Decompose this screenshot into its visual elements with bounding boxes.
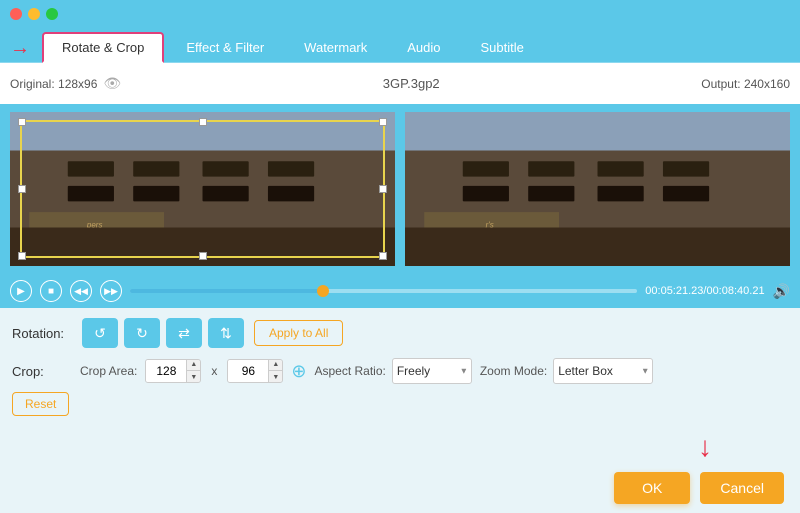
controls-section: Rotation: ↺ ↻ ⇄ ⇅ Apply to All Crop: Cro… [0,308,800,426]
crop-area-sub-label: Crop Area: [80,364,137,378]
close-button[interactable] [10,8,22,20]
building-svg: pers [10,112,395,266]
eye-icon[interactable]: 👁 [103,75,121,92]
maximize-button[interactable] [46,8,58,20]
cancel-button[interactable]: Cancel [700,472,784,504]
crop-width-spinners: ▲ ▼ [186,359,200,383]
step-back-button[interactable]: ◀◀ [70,280,92,302]
tab-subtitle[interactable]: Subtitle [463,34,542,61]
progress-thumb[interactable] [317,285,329,297]
video-thumb-left: pers [10,112,395,266]
tab-bar: → Rotate & Crop Effect & Filter Watermar… [0,28,800,63]
flip-vertical-button[interactable]: ⇅ [208,318,244,348]
rotate-right-button[interactable]: ↻ [124,318,160,348]
output-resolution: Output: 240x160 [701,77,790,91]
flip-h-icon: ⇄ [178,325,190,342]
video-header-bar: Original: 128x96 👁 3GP.3gp2 Output: 240x… [0,63,800,104]
tab-watermark[interactable]: Watermark [286,34,385,61]
play-button[interactable]: ▶ [10,280,32,302]
progress-bar-fill [130,289,323,293]
tab-audio[interactable]: Audio [389,34,458,61]
crop-width-input[interactable] [146,360,186,382]
time-display: 00:05:21.23/00:08:40.21 [645,285,764,297]
video-panel-left: pers [10,112,395,266]
reset-button[interactable]: Reset [12,392,69,416]
volume-icon[interactable]: 🔊 [773,283,790,300]
tab-effect-filter[interactable]: Effect & Filter [168,34,282,61]
rotate-buttons: ↺ ↻ ⇄ ⇅ [82,318,244,348]
video-header-left: Original: 128x96 👁 [10,75,121,92]
building-svg-right: r's [405,112,790,266]
rotate-left-button[interactable]: ↺ [82,318,118,348]
crop-height-input[interactable] [228,360,268,382]
apply-to-all-button[interactable]: Apply to All [254,320,343,346]
ok-button[interactable]: OK [614,472,690,504]
crop-width-up[interactable]: ▲ [186,359,200,371]
video-panel-right: r's [405,112,790,266]
aspect-ratio-label: Aspect Ratio: [314,364,385,378]
dimension-separator: x [211,364,217,378]
rotate-right-icon: ↻ [136,325,148,342]
video-thumb-right: r's [405,112,790,266]
stop-icon: ■ [48,286,54,297]
video-panels: pers [0,104,800,274]
zoom-mode-wrapper: Letter Box Pan & Scan Full ▼ [553,358,653,384]
flip-v-icon: ⇅ [220,325,232,342]
aspect-ratio-wrapper: Freely 16:9 4:3 1:1 ▼ [392,358,472,384]
rotate-left-icon: ↺ [94,325,106,342]
crop-height-input-group: ▲ ▼ [227,359,283,383]
arrow-down-icon: ↓ [698,433,712,461]
title-bar [0,0,800,28]
filename: 3GP.3gp2 [383,76,440,91]
zoom-mode-select[interactable]: Letter Box Pan & Scan Full [553,358,653,384]
stop-button[interactable]: ■ [40,280,62,302]
aspect-ratio-group: Aspect Ratio: Freely 16:9 4:3 1:1 ▼ [314,358,471,384]
tab-rotate-crop[interactable]: Rotate & Crop [42,32,164,63]
rotation-label: Rotation: [12,326,72,341]
reset-row: Reset [12,392,788,416]
playback-controls: ▶ ■ ◀◀ ▶▶ 00:05:21.23/00:08:40.21 🔊 [0,274,800,308]
flip-horizontal-button[interactable]: ⇄ [166,318,202,348]
crop-height-spinners: ▲ ▼ [268,359,282,383]
step-forward-button[interactable]: ▶▶ [100,280,122,302]
center-crop-icon[interactable]: ⊕ [291,361,306,382]
crop-label: Crop: [12,364,72,379]
zoom-mode-group: Zoom Mode: Letter Box Pan & Scan Full ▼ [480,358,653,384]
rotation-row: Rotation: ↺ ↻ ⇄ ⇅ Apply to All [12,318,788,348]
crop-width-down[interactable]: ▼ [186,371,200,383]
bottom-bar: OK Cancel [0,463,800,513]
aspect-ratio-select[interactable]: Freely 16:9 4:3 1:1 [392,358,472,384]
progress-bar[interactable] [130,289,637,293]
zoom-mode-label: Zoom Mode: [480,364,547,378]
crop-row: Crop: Crop Area: ▲ ▼ x ▲ ▼ ⊕ Aspect Rati… [12,358,788,384]
crop-width-input-group: ▲ ▼ [145,359,201,383]
traffic-lights [10,8,58,20]
crop-height-up[interactable]: ▲ [268,359,282,371]
minimize-button[interactable] [28,8,40,20]
original-resolution: Original: 128x96 [10,77,97,91]
arrow-right-icon: → [10,38,30,58]
crop-height-down[interactable]: ▼ [268,371,282,383]
play-icon: ▶ [17,286,25,297]
